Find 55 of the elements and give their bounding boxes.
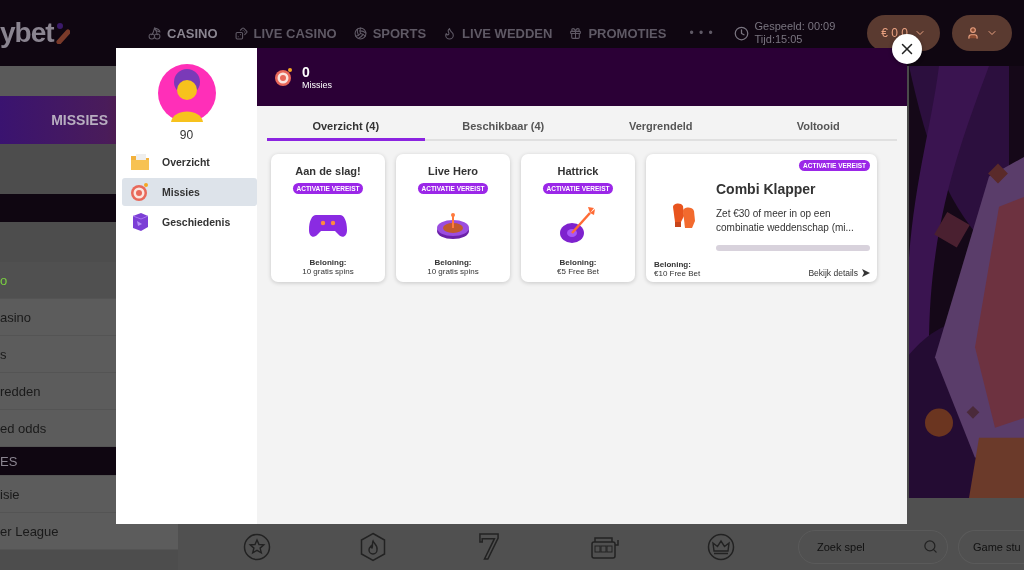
details-link[interactable]: Bekijk details — [808, 268, 870, 278]
nav-link[interactable]: LIVE CASINO — [234, 25, 337, 41]
account-button[interactable] — [952, 15, 1012, 51]
menu-item[interactable]: Missies — [122, 178, 257, 206]
level-value: 90 — [179, 128, 194, 142]
mission-title: Hattrick — [557, 165, 599, 177]
target-icon — [274, 67, 294, 87]
nav-link[interactable]: PROMOTIES — [569, 25, 667, 41]
folder-icon — [130, 153, 150, 171]
mission-title: Combi Klapper — [716, 180, 817, 197]
target-icon — [130, 182, 150, 202]
reward-text: €5 Free Bet — [557, 267, 599, 276]
mission-description: Zet €30 of meer in op een combinatie weddenschap (mi... — [716, 206, 855, 235]
menu-item[interactable]: Overzicht — [122, 148, 257, 176]
missions-count: 0 — [302, 63, 311, 80]
nav-link[interactable]: SPORTS — [353, 25, 427, 41]
arrow-icon — [862, 269, 870, 277]
cherry-icon — [148, 26, 161, 40]
nav-link[interactable]: LIVE WEDDEN — [443, 25, 553, 41]
search-field[interactable]: Zoek spel — [798, 530, 948, 564]
clock-icon — [733, 25, 749, 41]
reward-label: Beloning: — [654, 260, 692, 269]
menu-item[interactable]: Geschiedenis — [122, 208, 257, 236]
tab[interactable]: Beschikbaar (4) — [424, 116, 582, 141]
crown-icon[interactable] — [707, 533, 735, 561]
gift-icon — [569, 26, 583, 40]
roulette-wheel-icon — [435, 211, 471, 241]
tab[interactable]: Voltooid — [739, 116, 897, 141]
mission-title: Live Hero — [427, 165, 479, 177]
flame-icon — [443, 26, 457, 40]
tab[interactable]: Overzicht (4) — [267, 116, 425, 141]
played-time: Gespeeld: 00:09 — [754, 20, 836, 33]
gamepad-icon — [308, 213, 348, 239]
clock-time: Tijd:15:05 — [754, 33, 804, 46]
reward-text: €10 Free Bet — [654, 269, 701, 278]
user-icon — [966, 26, 980, 40]
nav-link[interactable]: CASINO — [148, 25, 218, 41]
ball-icon — [353, 26, 367, 40]
tab[interactable]: Vergrendeld — [582, 116, 740, 141]
logo[interactable]: ybet — [0, 17, 54, 49]
reward-label: Beloning: — [309, 258, 347, 267]
more-menu[interactable]: • • • — [689, 26, 714, 40]
slot-machine-icon[interactable] — [590, 534, 620, 560]
missions-label: Missies — [302, 79, 332, 91]
avatar — [157, 64, 216, 122]
reward-text: 10 gratis spins — [427, 267, 479, 276]
mission-title: Aan de slag! — [295, 165, 361, 177]
dice-icon — [234, 26, 248, 40]
reward-label: Beloning: — [559, 258, 597, 267]
reward-label: Beloning: — [434, 258, 472, 267]
logo-mark-icon — [55, 22, 70, 44]
search-icon — [923, 539, 938, 554]
reward-text: 10 gratis spins — [302, 267, 354, 276]
cube-icon — [130, 212, 150, 232]
flame-icon[interactable] — [359, 532, 387, 562]
